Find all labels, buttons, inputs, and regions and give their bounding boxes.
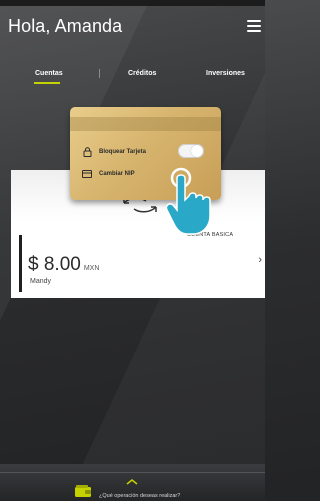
wallet-icon bbox=[75, 485, 91, 497]
tab-creditos[interactable]: Créditos bbox=[128, 70, 156, 77]
account-accent-bar bbox=[19, 235, 22, 292]
lock-card-toggle[interactable] bbox=[178, 144, 204, 158]
card-icon bbox=[82, 169, 92, 179]
chevron-up-icon[interactable] bbox=[125, 478, 139, 486]
tap-hand-icon bbox=[165, 167, 211, 235]
lock-card-option[interactable]: Bloquear Tarjeta bbox=[82, 147, 146, 157]
account-tabs: Cuentas Créditos Inversiones bbox=[0, 69, 265, 90]
tab-cuentas[interactable]: Cuentas bbox=[35, 70, 63, 77]
tab-inversiones[interactable]: Inversiones bbox=[206, 70, 245, 77]
balance-amount: $ 8.00 bbox=[28, 254, 81, 275]
bottom-divider bbox=[0, 472, 265, 473]
lock-card-label: Bloquear Tarjeta bbox=[99, 149, 146, 155]
lock-icon bbox=[82, 147, 92, 157]
operation-prompt[interactable]: ¿Qué operación deseas realizar? bbox=[99, 493, 180, 499]
chevron-right-icon[interactable]: › bbox=[258, 254, 262, 266]
balance-row: $ 8.00 MXN bbox=[28, 254, 99, 276]
toggle-knob bbox=[191, 145, 203, 157]
account-holder-name: Mandy bbox=[30, 278, 52, 285]
tab-divider bbox=[99, 69, 100, 78]
change-nip-label: Cambiar NIP bbox=[99, 171, 135, 177]
status-bar bbox=[0, 0, 265, 6]
page-title: Hola, Amanda bbox=[8, 16, 123, 36]
change-nip-option[interactable]: Cambiar NIP bbox=[82, 169, 135, 179]
active-tab-indicator bbox=[34, 82, 60, 84]
hamburger-menu-icon[interactable] bbox=[247, 20, 261, 32]
card-magnetic-stripe bbox=[70, 117, 221, 131]
balance-currency: MXN bbox=[83, 265, 100, 272]
